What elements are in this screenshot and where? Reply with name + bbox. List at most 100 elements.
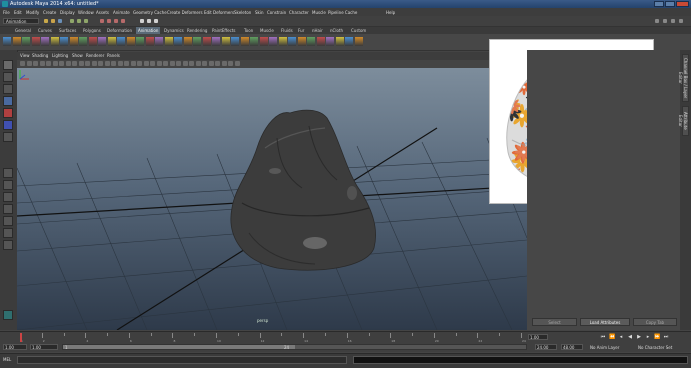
panel-tool-icon[interactable] xyxy=(52,61,58,66)
tab-muscle[interactable]: Muscle xyxy=(260,27,274,34)
menu-edit-deformers[interactable]: Edit Deformers xyxy=(204,10,234,15)
save-scene-icon[interactable] xyxy=(58,19,62,23)
shelf-tool-icon[interactable] xyxy=(98,37,106,46)
menu-character[interactable]: Character xyxy=(289,10,309,15)
tab-dynamics[interactable]: Dynamics xyxy=(164,27,184,34)
shelf-tool-icon[interactable] xyxy=(269,37,277,46)
toggle-channel-box-icon[interactable] xyxy=(655,19,659,23)
panel-tool-icon[interactable] xyxy=(117,61,123,66)
panel-tool-icon[interactable] xyxy=(176,61,181,66)
layout-graph-icon[interactable] xyxy=(3,228,13,238)
end-time-field[interactable]: 48.00 xyxy=(561,344,583,350)
shelf-tool-icon[interactable] xyxy=(326,37,334,46)
shelf-tool-icon[interactable] xyxy=(288,37,296,46)
tab-rendering[interactable]: Rendering xyxy=(187,27,207,34)
menu-display[interactable]: Display xyxy=(60,10,75,15)
menu-constrain[interactable]: Constrain xyxy=(267,10,286,15)
snap-surface-icon[interactable] xyxy=(121,19,125,23)
panel-tool-icon[interactable] xyxy=(78,61,84,66)
step-back-icon[interactable]: ⏪ xyxy=(609,334,615,340)
command-input[interactable] xyxy=(17,356,347,364)
toggle-attribute-editor-icon[interactable] xyxy=(663,19,667,23)
panel-tool-icon[interactable] xyxy=(156,61,162,66)
panel-tool-icon[interactable] xyxy=(143,61,149,66)
panel-tool-icon[interactable] xyxy=(59,61,64,66)
menu-modify[interactable]: Modify xyxy=(26,10,39,15)
anim-layer-dropdown[interactable]: No Anim Layer xyxy=(590,345,619,350)
tab-general[interactable]: General xyxy=(15,27,31,34)
select-tool-icon[interactable] xyxy=(3,60,13,70)
panel-tool-icon[interactable] xyxy=(111,61,116,66)
shelf-tool-icon[interactable] xyxy=(278,37,287,46)
panel-tool-icon[interactable] xyxy=(65,61,71,66)
shelf-tool-icon[interactable] xyxy=(164,37,173,46)
shelf-tool-icon[interactable] xyxy=(117,37,125,46)
tab-fluids[interactable]: Fluids xyxy=(281,27,293,34)
shelf-tool-icon[interactable] xyxy=(136,37,144,46)
layout-side-icon[interactable] xyxy=(3,192,13,202)
panel-tool-icon[interactable] xyxy=(39,61,45,66)
panel-tool-icon[interactable] xyxy=(234,61,240,66)
tab-attribute-editor[interactable]: Attribute Editor xyxy=(678,106,689,136)
tab-surfaces[interactable]: Surfaces xyxy=(59,27,76,34)
render-icon[interactable] xyxy=(140,19,144,23)
panel-menu-panels[interactable]: Panels xyxy=(107,53,120,58)
shelf-tool-icon[interactable] xyxy=(3,37,11,46)
snap-grid-icon[interactable] xyxy=(100,19,104,23)
go-to-start-icon[interactable]: ⏮ xyxy=(600,334,606,340)
tab-animation[interactable]: Animation xyxy=(136,27,161,34)
tab-toon[interactable]: Toon xyxy=(244,27,253,34)
time-slider[interactable]: 124681012141618202224 1.00 ⏮ ⏪ ◂ ◀ ▶ ▸ ⏩… xyxy=(0,331,691,343)
range-slider-handle[interactable] xyxy=(63,345,295,349)
shelf-tool-icon[interactable] xyxy=(240,37,249,46)
shelf-tool-icon[interactable] xyxy=(345,37,353,46)
shelf-tool-icon[interactable] xyxy=(60,37,68,46)
panel-tool-icon[interactable] xyxy=(182,61,188,66)
shelf-tool-icon[interactable] xyxy=(335,37,344,46)
toggle-modeling-toolkit-icon[interactable] xyxy=(679,19,683,23)
toggle-tool-settings-icon[interactable] xyxy=(671,19,675,23)
playback-end-field[interactable]: 24.00 xyxy=(535,344,557,350)
copy-tab-button[interactable]: Copy Tab xyxy=(633,318,677,326)
layout-four-icon[interactable] xyxy=(3,180,13,190)
menu-skeleton[interactable]: Skeleton xyxy=(234,10,251,15)
play-forward-icon[interactable]: ▶ xyxy=(636,334,642,340)
select-object-icon[interactable] xyxy=(77,19,81,23)
shelf-tool-icon[interactable] xyxy=(307,37,315,46)
tab-fur[interactable]: Fur xyxy=(298,27,304,34)
panel-menu-lighting[interactable]: Lighting xyxy=(52,53,68,58)
menu-skin[interactable]: Skin xyxy=(255,10,264,15)
panel-menu-renderer[interactable]: Renderer xyxy=(86,53,104,58)
current-frame-field[interactable]: 1.00 xyxy=(528,334,548,340)
start-time-field[interactable]: 1.00 xyxy=(3,344,27,350)
panel-tool-icon[interactable] xyxy=(104,61,110,66)
shelf-tool-icon[interactable] xyxy=(174,37,182,46)
menu-muscle[interactable]: Muscle xyxy=(312,10,326,15)
panel-menu-show[interactable]: Show xyxy=(72,53,83,58)
shelf-tool-icon[interactable] xyxy=(354,37,363,46)
menu-create[interactable]: Create xyxy=(43,10,56,15)
layout-single-icon[interactable] xyxy=(3,168,13,178)
rotate-tool-icon[interactable] xyxy=(3,108,13,118)
shelf-tool-icon[interactable] xyxy=(193,37,201,46)
menu-help[interactable]: Help xyxy=(386,10,395,15)
tab-painteffects[interactable]: PaintEffects xyxy=(212,27,236,34)
panel-tool-icon[interactable] xyxy=(189,61,194,66)
menu-geometry-cache[interactable]: Geometry Cache xyxy=(133,10,167,15)
panel-tool-icon[interactable] xyxy=(98,61,103,66)
shelf-tool-icon[interactable] xyxy=(250,37,258,46)
maximize-icon[interactable] xyxy=(665,1,675,7)
panel-tool-icon[interactable] xyxy=(130,61,136,66)
panel-tool-icon[interactable] xyxy=(208,61,214,66)
shelf-tool-icon[interactable] xyxy=(126,37,135,46)
move-tool-icon[interactable] xyxy=(3,96,13,106)
go-to-end-icon[interactable]: ⏭ xyxy=(663,334,669,340)
panel-tool-icon[interactable] xyxy=(228,61,233,66)
tab-deformation[interactable]: Deformation xyxy=(107,27,132,34)
shelf-tool-icon[interactable] xyxy=(145,37,154,46)
select-hierarchy-icon[interactable] xyxy=(70,19,74,23)
panel-tool-icon[interactable] xyxy=(33,61,38,66)
panel-tool-icon[interactable] xyxy=(91,61,97,66)
play-backward-icon[interactable]: ◀ xyxy=(627,334,633,340)
menu-animate[interactable]: Animate xyxy=(113,10,130,15)
